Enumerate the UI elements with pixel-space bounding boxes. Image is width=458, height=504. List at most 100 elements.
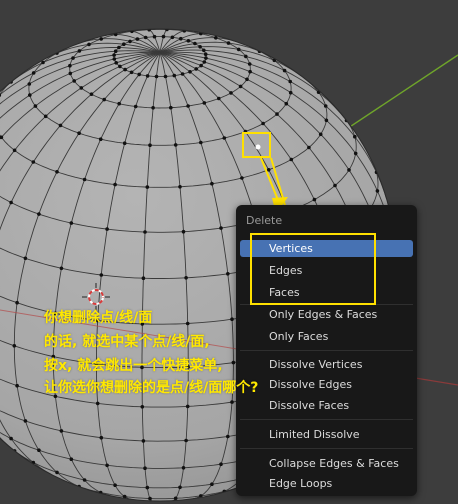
mesh-vertex[interactable] [113, 483, 117, 488]
mesh-vertex[interactable] [181, 229, 186, 234]
mesh-vertex[interactable] [58, 123, 63, 128]
mesh-vertex[interactable] [114, 61, 118, 65]
mesh-vertex[interactable] [219, 226, 223, 230]
mesh-vertex[interactable] [118, 64, 122, 69]
menu-item-edge-loops[interactable]: Edge Loops [240, 475, 413, 492]
mesh-vertex[interactable] [128, 39, 132, 44]
mesh-vertex[interactable] [113, 182, 117, 187]
mesh-vertex[interactable] [135, 37, 140, 41]
mesh-vertex[interactable] [181, 466, 186, 470]
mesh-vertex[interactable] [140, 405, 145, 409]
mesh-vertex[interactable] [186, 104, 190, 108]
mesh-vertex[interactable] [173, 496, 178, 501]
menu-item-dissolve-faces[interactable]: Dissolve Faces [240, 397, 413, 414]
menu-item-collapse-edges-faces[interactable]: Collapse Edges & Faces [240, 455, 413, 472]
mesh-vertex[interactable] [99, 435, 104, 440]
mesh-vertex[interactable] [9, 200, 13, 205]
mesh-vertex[interactable] [55, 470, 59, 475]
mesh-vertex[interactable] [353, 151, 358, 156]
mesh-vertex[interactable] [9, 436, 13, 441]
mesh-vertex[interactable] [15, 300, 19, 305]
mesh-vertex[interactable] [199, 63, 203, 68]
mesh-vertex[interactable] [180, 72, 185, 76]
mesh-vertex[interactable] [105, 463, 109, 468]
mesh-vertex[interactable] [105, 227, 109, 231]
mesh-vertex[interactable] [68, 71, 73, 76]
mesh-vertex[interactable] [307, 145, 311, 150]
mesh-vertex[interactable] [226, 272, 230, 276]
mesh-vertex[interactable] [37, 212, 41, 216]
mesh-vertex[interactable] [226, 434, 230, 439]
mesh-vertex[interactable] [27, 82, 32, 86]
mesh-vertex[interactable] [133, 104, 138, 109]
mesh-vertex[interactable] [31, 71, 36, 75]
mesh-vertex[interactable] [240, 176, 244, 180]
mesh-vertex[interactable] [28, 93, 32, 97]
mesh-vertex[interactable] [122, 141, 127, 145]
mesh-vertex[interactable] [55, 170, 59, 174]
mesh-vertex[interactable] [23, 419, 28, 423]
mesh-vertex[interactable] [347, 168, 351, 172]
mesh-vertex[interactable] [145, 185, 150, 189]
mesh-vertex[interactable] [112, 53, 116, 57]
mesh-vertex[interactable] [244, 54, 248, 59]
mesh-vertex[interactable] [122, 42, 126, 46]
mesh-vertex[interactable] [288, 79, 293, 84]
mesh-vertex[interactable] [275, 112, 279, 116]
mesh-vertex[interactable] [77, 49, 82, 53]
mesh-vertex[interactable] [184, 438, 188, 443]
mesh-vertex[interactable] [312, 197, 317, 202]
mesh-vertex[interactable] [323, 104, 328, 108]
mesh-vertex[interactable] [375, 189, 380, 193]
mesh-vertex[interactable] [172, 73, 177, 78]
mesh-vertex[interactable] [98, 137, 103, 141]
mesh-vertex[interactable] [23, 256, 28, 261]
mesh-vertex[interactable] [79, 86, 84, 90]
mesh-vertex[interactable] [289, 157, 294, 162]
mesh-vertex[interactable] [69, 457, 74, 462]
mesh-vertex[interactable] [148, 143, 152, 147]
mesh-vertex[interactable] [204, 56, 208, 60]
mesh-vertex[interactable] [145, 74, 150, 78]
mesh-vertex[interactable] [143, 230, 147, 234]
mesh-vertex[interactable] [143, 466, 147, 471]
menu-item-only-faces[interactable]: Only Faces [240, 328, 413, 345]
menu-item-dissolve-vertices[interactable]: Dissolve Vertices [240, 356, 413, 373]
mesh-vertex[interactable] [185, 404, 190, 409]
mesh-vertex[interactable] [82, 177, 87, 182]
mesh-vertex[interactable] [210, 482, 214, 487]
mesh-vertex[interactable] [231, 360, 236, 365]
menu-item-limited-dissolve[interactable]: Limited Dissolve [240, 426, 413, 443]
mesh-vertex[interactable] [33, 104, 38, 108]
mesh-vertex[interactable] [15, 383, 19, 388]
mesh-vertex[interactable] [179, 36, 183, 41]
mesh-vertex[interactable] [288, 90, 293, 95]
mesh-vertex[interactable] [12, 148, 17, 153]
mesh-vertex[interactable] [89, 92, 94, 96]
mesh-vertex[interactable] [113, 49, 118, 53]
mesh-vertex[interactable] [99, 273, 104, 277]
mesh-vertex[interactable] [353, 134, 357, 139]
mesh-vertex[interactable] [141, 276, 146, 281]
mesh-vertex[interactable] [245, 77, 249, 82]
mesh-vertex[interactable] [68, 63, 72, 68]
mesh-vertex[interactable] [202, 48, 206, 53]
mesh-vertex[interactable] [202, 60, 207, 64]
mesh-vertex[interactable] [59, 429, 64, 433]
mesh-vertex[interactable] [219, 462, 223, 467]
mesh-vertex[interactable] [230, 317, 234, 322]
mesh-vertex[interactable] [230, 400, 234, 404]
mesh-vertex[interactable] [284, 101, 289, 106]
mesh-vertex[interactable] [117, 45, 121, 50]
mesh-vertex[interactable] [123, 67, 127, 72]
mesh-vertex[interactable] [161, 34, 166, 39]
mesh-vertex[interactable] [129, 70, 134, 75]
mesh-vertex[interactable] [102, 97, 106, 102]
mesh-vertex[interactable] [69, 221, 74, 225]
mesh-vertex[interactable] [169, 105, 173, 110]
mesh-vertex[interactable] [143, 35, 148, 40]
mesh-vertex[interactable] [198, 45, 202, 49]
menu-item-only-edges-faces[interactable]: Only Edges & Faces [240, 306, 413, 323]
mesh-vertex[interactable] [184, 276, 188, 280]
mesh-vertex[interactable] [77, 131, 81, 135]
